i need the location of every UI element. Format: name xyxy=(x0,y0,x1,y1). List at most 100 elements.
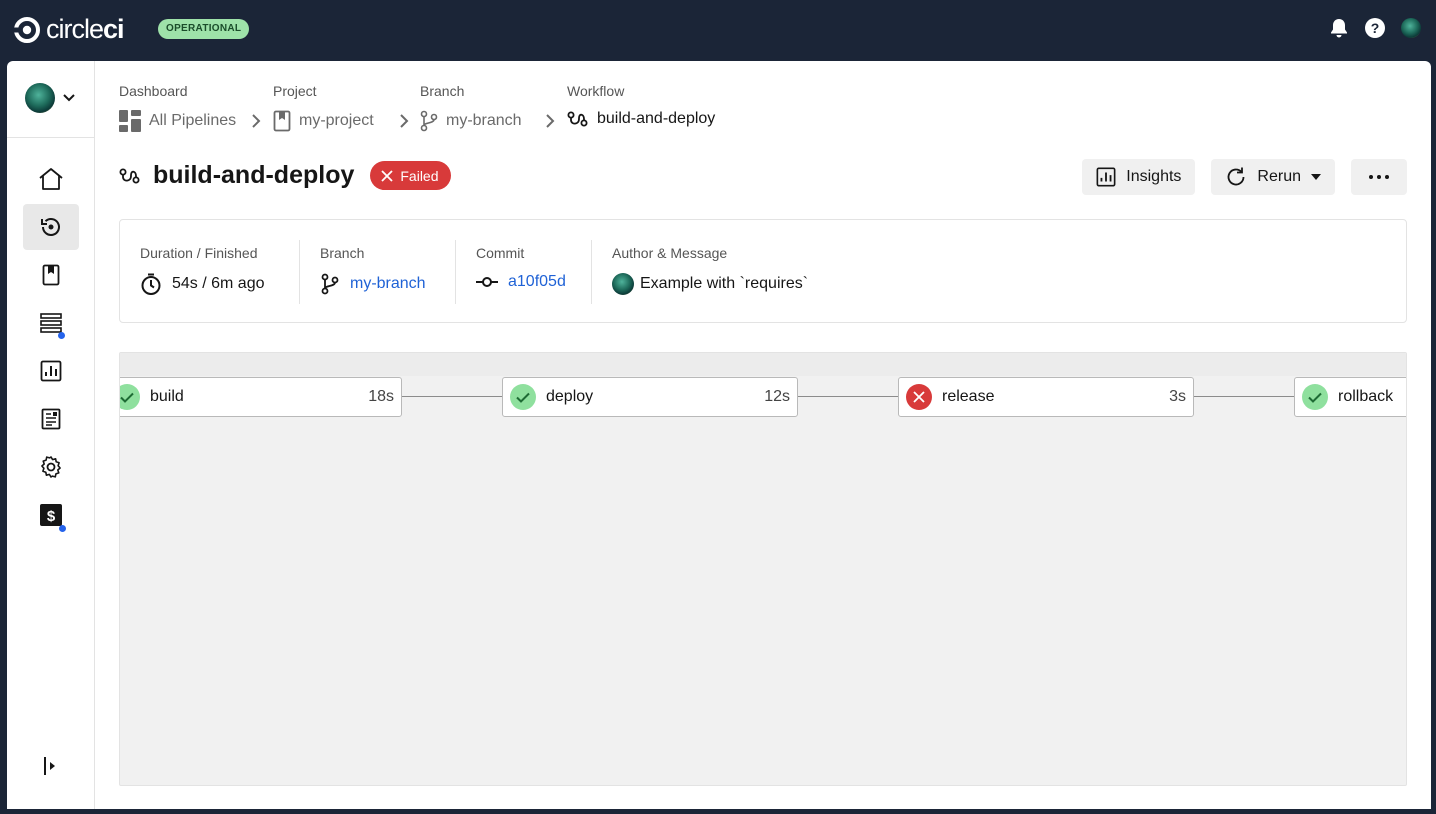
rerun-icon xyxy=(1228,167,1245,186)
job-duration: 3s xyxy=(1169,388,1186,405)
billing-icon: $ xyxy=(40,504,62,526)
workflow-graph[interactable]: build 18s deploy 12s release 3s rollback xyxy=(119,352,1407,786)
job-duration: 18s xyxy=(368,388,394,405)
workflow-icon xyxy=(567,111,588,127)
sidebar-item-insights[interactable] xyxy=(23,348,79,394)
sidebar-item-settings[interactable] xyxy=(23,444,79,490)
insights-button[interactable]: Insights xyxy=(1082,159,1196,195)
help-icon[interactable]: ? xyxy=(1364,17,1386,39)
breadcrumb-label: Project xyxy=(273,83,317,99)
job-build[interactable]: build 18s xyxy=(120,377,402,417)
commit-link[interactable]: a10f05d xyxy=(508,273,566,291)
job-deploy[interactable]: deploy 12s xyxy=(502,377,798,417)
dashboard-icon xyxy=(119,110,141,132)
bell-icon[interactable] xyxy=(1328,17,1350,39)
branch-icon xyxy=(420,110,438,132)
svg-text:?: ? xyxy=(1371,20,1380,36)
duration-text: 54s / 6m ago xyxy=(172,275,265,292)
org-switcher[interactable] xyxy=(25,83,75,113)
insights-icon xyxy=(40,360,62,382)
breadcrumb-project: Project my-project xyxy=(273,83,374,132)
sidebar-item-deploys[interactable] xyxy=(23,300,79,346)
user-avatar[interactable] xyxy=(1400,17,1422,39)
projects-icon xyxy=(42,264,60,286)
deploys-icon xyxy=(40,313,62,333)
workflow-icon xyxy=(119,168,140,183)
system-status-badge[interactable]: OPERATIONAL xyxy=(158,19,250,39)
window-bottom-edge xyxy=(0,809,1436,814)
circleci-logo-icon xyxy=(14,16,40,43)
svg-text:$: $ xyxy=(47,508,56,525)
breadcrumb-link-project[interactable]: my-project xyxy=(273,110,374,132)
duration-value: 54s / 6m ago xyxy=(140,273,265,295)
breadcrumb-value: my-project xyxy=(299,112,374,129)
runbook-icon xyxy=(41,408,61,430)
org-avatar xyxy=(25,83,55,113)
notification-dot xyxy=(59,525,66,532)
chevron-right-icon xyxy=(400,114,409,128)
sidebar-item-home[interactable] xyxy=(23,156,79,202)
workflow-summary-card: Duration / Finished 54s / 6m ago Branch … xyxy=(119,219,1407,323)
breadcrumb-label: Dashboard xyxy=(119,83,188,99)
job-release[interactable]: release 3s xyxy=(898,377,1194,417)
breadcrumb-dashboard: Dashboard All Pipelines xyxy=(119,83,236,132)
sidebar: $ xyxy=(7,61,95,809)
timer-icon xyxy=(141,273,161,295)
sidebar-item-billing[interactable]: $ xyxy=(23,492,79,538)
success-icon xyxy=(120,384,140,410)
status-badge: Failed xyxy=(370,161,451,190)
more-options-button[interactable] xyxy=(1351,159,1407,195)
branch-link[interactable]: my-branch xyxy=(350,275,426,293)
chevron-down-icon xyxy=(63,94,75,102)
status-text: Failed xyxy=(400,167,439,184)
circleci-logo[interactable]: circleci xyxy=(14,14,125,45)
job-name: build xyxy=(150,388,184,405)
rerun-label: Rerun xyxy=(1257,168,1301,185)
success-icon xyxy=(510,384,536,410)
chevron-right-icon xyxy=(252,114,261,128)
breadcrumb-value: my-branch xyxy=(446,112,522,129)
commit-message: Example with `requires` xyxy=(640,275,809,292)
insights-label: Insights xyxy=(1126,168,1182,185)
branch-value: my-branch xyxy=(320,273,426,295)
home-icon xyxy=(39,168,63,190)
job-name: release xyxy=(942,388,995,405)
notification-dot xyxy=(58,332,65,339)
job-duration: 12s xyxy=(764,388,790,405)
settings-icon xyxy=(41,456,61,478)
pipelines-icon xyxy=(41,218,60,236)
sidebar-item-runbook[interactable] xyxy=(23,396,79,442)
breadcrumb-workflow: Workflow build-and-deploy xyxy=(567,83,715,127)
job-rollback[interactable]: rollback xyxy=(1294,377,1406,417)
job-name: deploy xyxy=(546,388,594,405)
commit-label: Commit xyxy=(476,245,525,261)
breadcrumb-value: All Pipelines xyxy=(149,112,237,129)
project-icon xyxy=(273,110,291,132)
breadcrumb-label: Workflow xyxy=(567,83,625,99)
main-panel: $ Dashboard All Pipelines Project my-pro… xyxy=(7,61,1431,809)
commit-icon xyxy=(476,277,498,287)
job-dependency-edge xyxy=(1193,396,1294,397)
caret-down-icon xyxy=(1311,174,1321,180)
breadcrumb-link-branch[interactable]: my-branch xyxy=(420,110,522,132)
sidebar-item-projects[interactable] xyxy=(23,252,79,298)
breadcrumb-link-all-pipelines[interactable]: All Pipelines xyxy=(119,110,236,132)
sidebar-item-pipelines[interactable] xyxy=(23,204,79,250)
job-dependency-edge xyxy=(401,396,502,397)
job-name: rollback xyxy=(1338,388,1394,405)
header-actions: Insights Rerun xyxy=(1082,159,1407,195)
branch-icon xyxy=(321,273,339,295)
top-bar: circleci OPERATIONAL ? xyxy=(0,0,1436,61)
failed-icon xyxy=(906,384,932,410)
collapse-sidebar-button[interactable] xyxy=(43,756,57,781)
ellipsis-icon xyxy=(1369,175,1389,179)
commit-value: a10f05d xyxy=(476,273,566,291)
duration-label: Duration / Finished xyxy=(140,245,258,261)
expand-sidebar-icon xyxy=(44,757,55,775)
job-dependency-edge xyxy=(797,396,898,397)
branch-label: Branch xyxy=(320,245,365,261)
author-avatar xyxy=(612,273,634,295)
author-label: Author & Message xyxy=(612,245,728,261)
rerun-button[interactable]: Rerun xyxy=(1211,159,1335,195)
page-title: build-and-deploy xyxy=(153,161,355,189)
